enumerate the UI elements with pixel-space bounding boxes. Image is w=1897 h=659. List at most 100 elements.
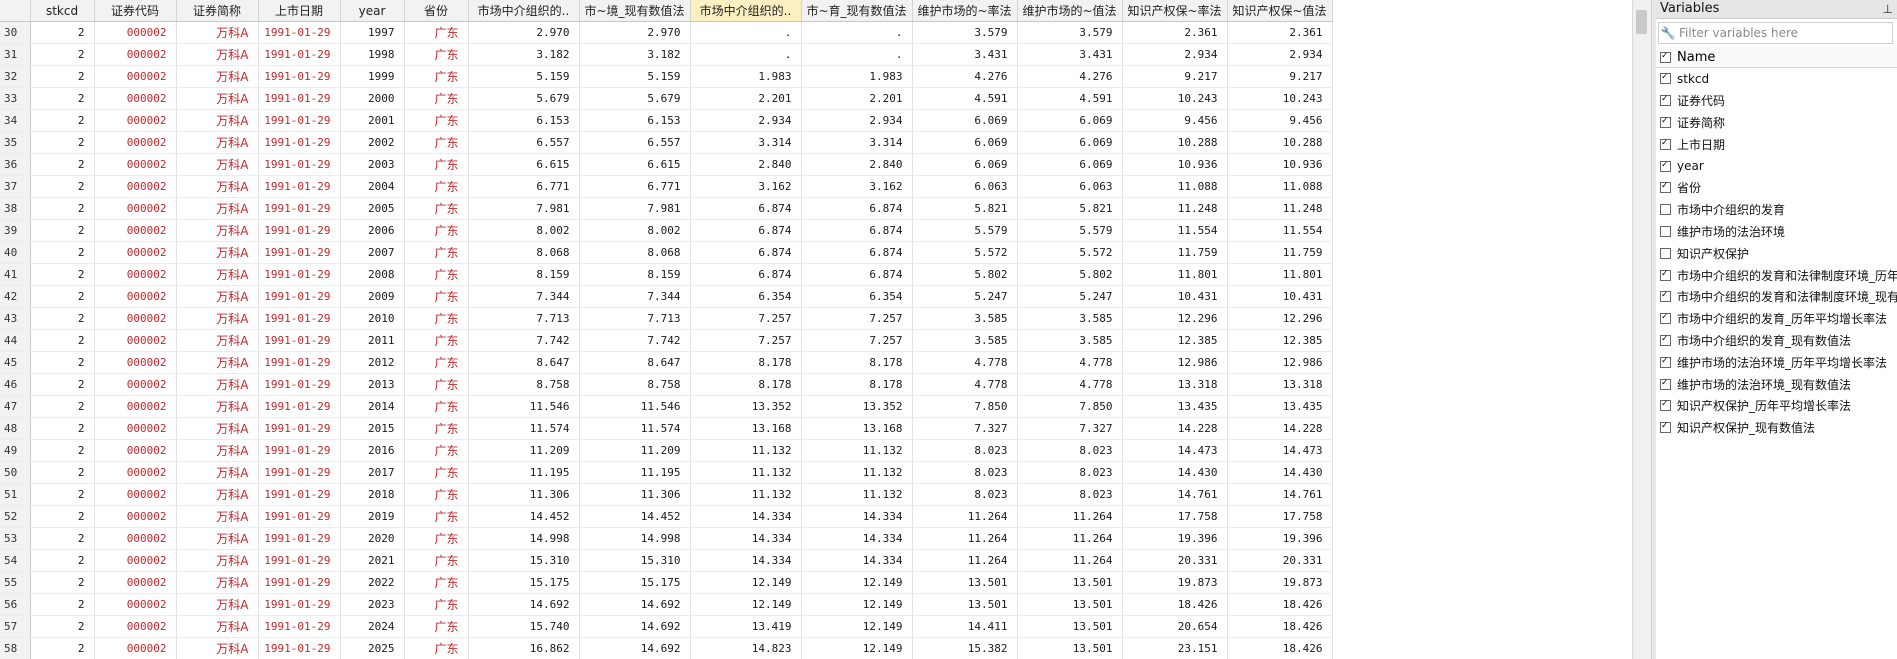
table-cell[interactable]: 2000 [340,87,405,110]
table-cell[interactable]: 万科A [176,263,259,286]
column-header[interactable]: 知识产权保~值法 [1227,0,1333,22]
table-cell[interactable]: 1991-01-29 [258,307,341,330]
variable-item[interactable]: 市场中介组织的发育和法律制度环境_现有 [1656,286,1897,308]
column-header[interactable]: 证券代码 [94,0,177,22]
table-cell[interactable]: 5.802 [1017,263,1123,286]
table-cell[interactable]: 2 [30,571,95,594]
table-cell[interactable]: 1997 [340,21,405,44]
table-cell[interactable]: 19.873 [1227,571,1333,594]
table-cell[interactable]: 14.411 [912,615,1018,638]
table-cell[interactable]: 3.182 [579,43,691,66]
table-cell[interactable]: 2 [30,395,95,418]
table-cell[interactable]: 2 [30,461,95,484]
table-cell[interactable]: 1991-01-29 [258,637,341,659]
variable-item[interactable]: year [1656,155,1897,177]
table-cell[interactable]: 14.452 [579,505,691,528]
table-cell[interactable]: 2012 [340,351,405,374]
table-cell[interactable]: 2006 [340,219,405,242]
column-header[interactable]: 维护市场的~率法 [912,0,1018,22]
table-cell[interactable]: 4.591 [1017,87,1123,110]
column-header[interactable]: 市~育_现有数值法 [801,0,913,22]
table-cell[interactable]: 12.296 [1227,307,1333,330]
table-cell[interactable]: 11.546 [579,395,691,418]
table-cell[interactable]: 3.585 [1017,329,1123,352]
table-cell[interactable]: 万科A [176,351,259,374]
table-cell[interactable]: 万科A [176,43,259,66]
table-cell[interactable]: 000002 [94,527,177,550]
table-cell[interactable]: 2018 [340,483,405,506]
table-cell[interactable]: 2 [30,439,95,462]
table-cell[interactable]: 万科A [176,571,259,594]
table-cell[interactable]: 万科A [176,21,259,44]
table-cell[interactable]: 14.761 [1227,483,1333,506]
table-cell[interactable]: 8.159 [579,263,691,286]
column-header[interactable]: 市场中介组织的.. [468,0,580,22]
table-cell[interactable]: 2 [30,263,95,286]
table-cell[interactable]: 15.310 [579,549,691,572]
table-cell[interactable]: 广东 [404,197,469,220]
table-cell[interactable]: 4.778 [912,351,1018,374]
table-cell[interactable]: 6.771 [579,175,691,198]
table-cell[interactable]: 广东 [404,527,469,550]
table-cell[interactable]: 7.327 [1017,417,1123,440]
table-cell[interactable]: 8.758 [579,373,691,396]
variable-checkbox[interactable] [1660,116,1671,128]
table-cell[interactable]: . [690,21,802,44]
table-cell[interactable]: 2003 [340,153,405,176]
table-cell[interactable]: 6.354 [801,285,913,308]
table-cell[interactable]: 5.802 [912,263,1018,286]
column-header[interactable]: 维护市场的~值法 [1017,0,1123,22]
table-cell[interactable]: 000002 [94,439,177,462]
table-cell[interactable]: 2 [30,483,95,506]
variable-item[interactable]: 证券代码 [1656,90,1897,112]
table-cell[interactable]: 万科A [176,65,259,88]
table-cell[interactable]: 万科A [176,417,259,440]
table-cell[interactable]: 4.276 [912,65,1018,88]
table-cell[interactable]: 2 [30,637,95,659]
table-cell[interactable]: 13.501 [1017,615,1123,638]
table-cell[interactable]: 5.679 [579,87,691,110]
table-cell[interactable]: 6.063 [912,175,1018,198]
table-cell[interactable]: 6.874 [801,263,913,286]
table-cell[interactable]: 6.063 [1017,175,1123,198]
table-cell[interactable]: 6.615 [579,153,691,176]
table-cell[interactable]: 9.217 [1227,65,1333,88]
table-cell[interactable]: 14.998 [468,527,580,550]
table-cell[interactable]: 11.264 [912,527,1018,550]
table-cell[interactable]: 2 [30,285,95,308]
table-cell[interactable]: 1.983 [801,65,913,88]
table-cell[interactable]: 10.936 [1227,153,1333,176]
table-cell[interactable]: 000002 [94,65,177,88]
table-cell[interactable]: 13.318 [1122,373,1228,396]
scrollbar-thumb[interactable] [1636,10,1647,34]
table-cell[interactable]: 2 [30,351,95,374]
table-cell[interactable]: 3.431 [1017,43,1123,66]
table-cell[interactable]: 3.579 [912,21,1018,44]
table-cell[interactable]: 3.162 [801,175,913,198]
table-cell[interactable]: 8.023 [1017,483,1123,506]
table-cell[interactable]: 2 [30,505,95,528]
table-cell[interactable]: 2.934 [1227,43,1333,66]
table-cell[interactable]: 万科A [176,461,259,484]
table-cell[interactable]: 2 [30,131,95,154]
table-cell[interactable]: 3.579 [1017,21,1123,44]
table-cell[interactable]: 12.296 [1122,307,1228,330]
table-cell[interactable]: 2021 [340,549,405,572]
table-cell[interactable]: 8.178 [690,373,802,396]
table-cell[interactable]: 1991-01-29 [258,241,341,264]
table-cell[interactable]: 8.023 [1017,461,1123,484]
table-cell[interactable]: 1991-01-29 [258,571,341,594]
table-cell[interactable]: 3.585 [912,307,1018,330]
table-cell[interactable]: 14.692 [468,593,580,616]
table-cell[interactable]: 000002 [94,87,177,110]
table-cell[interactable]: 20.654 [1122,615,1228,638]
variable-item[interactable]: 维护市场的法治环境_历年平均增长率法 [1656,351,1897,373]
table-cell[interactable]: 17.758 [1227,505,1333,528]
table-cell[interactable]: 广东 [404,43,469,66]
table-cell[interactable]: 000002 [94,219,177,242]
table-cell[interactable]: 000002 [94,549,177,572]
table-cell[interactable]: 14.334 [690,549,802,572]
table-cell[interactable]: 11.209 [468,439,580,462]
table-cell[interactable]: 000002 [94,197,177,220]
table-cell[interactable]: 11.132 [690,483,802,506]
